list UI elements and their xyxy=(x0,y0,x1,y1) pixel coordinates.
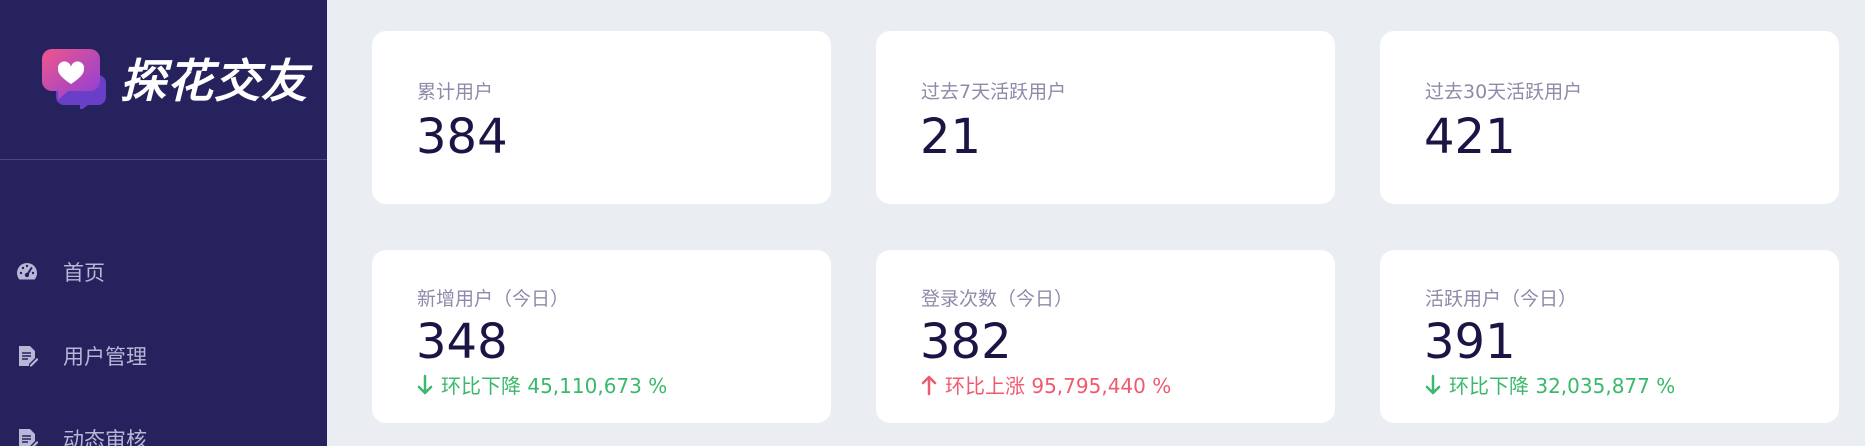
trend-indicator: 环比下降 32,035,877 % xyxy=(1425,370,1675,399)
trend-text: 环比下降 45,110,673 % xyxy=(441,374,668,398)
document-icon xyxy=(19,429,38,446)
stat-value: 421 xyxy=(1424,109,1516,165)
trend-indicator: 环比上涨 95,795,440 % xyxy=(921,370,1171,399)
sidebar: 探花交友 首页 用户管理 动态审核 xyxy=(0,0,327,446)
trend-text: 环比上涨 95,795,440 % xyxy=(945,374,1172,398)
stat-value: 391 xyxy=(1424,314,1516,370)
sidebar-item-home[interactable]: 首页 xyxy=(16,257,105,287)
sidebar-item-label: 首页 xyxy=(63,261,105,285)
arrow-down-icon xyxy=(417,374,433,394)
stat-label: 过去7天活跃用户 xyxy=(921,81,1067,103)
sidebar-item-label: 动态审核 xyxy=(63,428,147,446)
stat-value: 382 xyxy=(920,314,1012,370)
arrow-down-icon xyxy=(1425,374,1441,394)
stat-card-active-30d: 过去30天活跃用户 421 xyxy=(1380,31,1839,204)
sidebar-item-label: 用户管理 xyxy=(63,345,147,369)
stat-label: 累计用户 xyxy=(417,81,494,103)
stat-card-total-users: 累计用户 384 xyxy=(372,31,831,204)
stat-card-logins-today: 登录次数（今日） 382 环比上涨 95,795,440 % xyxy=(876,250,1335,423)
stat-value: 21 xyxy=(920,109,982,165)
stat-value: 348 xyxy=(416,314,508,370)
stat-card-new-users-today: 新增用户（今日） 348 环比下降 45,110,673 % xyxy=(372,250,831,423)
stat-label: 登录次数（今日） xyxy=(921,288,1074,310)
dashboard-icon xyxy=(17,263,37,280)
stat-card-active-7d: 过去7天活跃用户 21 xyxy=(876,31,1335,204)
sidebar-item-moment-audit[interactable]: 动态审核 xyxy=(16,424,147,446)
arrow-up-icon xyxy=(921,375,937,395)
stat-label: 新增用户（今日） xyxy=(417,288,570,310)
sidebar-item-user-management[interactable]: 用户管理 xyxy=(16,341,147,371)
stat-label: 过去30天活跃用户 xyxy=(1425,81,1583,103)
sidebar-divider xyxy=(0,159,327,160)
chat-heart-logo-icon xyxy=(42,49,106,109)
app-logo[interactable]: 探花交友 xyxy=(42,45,308,111)
trend-text: 环比下降 32,035,877 % xyxy=(1449,374,1676,398)
stat-label: 活跃用户（今日） xyxy=(1425,288,1578,310)
document-icon xyxy=(19,346,38,367)
trend-indicator: 环比下降 45,110,673 % xyxy=(417,370,667,399)
app-name: 探花交友 xyxy=(120,54,308,108)
stat-card-active-users-today: 活跃用户（今日） 391 环比下降 32,035,877 % xyxy=(1380,250,1839,423)
stat-value: 384 xyxy=(416,109,508,165)
